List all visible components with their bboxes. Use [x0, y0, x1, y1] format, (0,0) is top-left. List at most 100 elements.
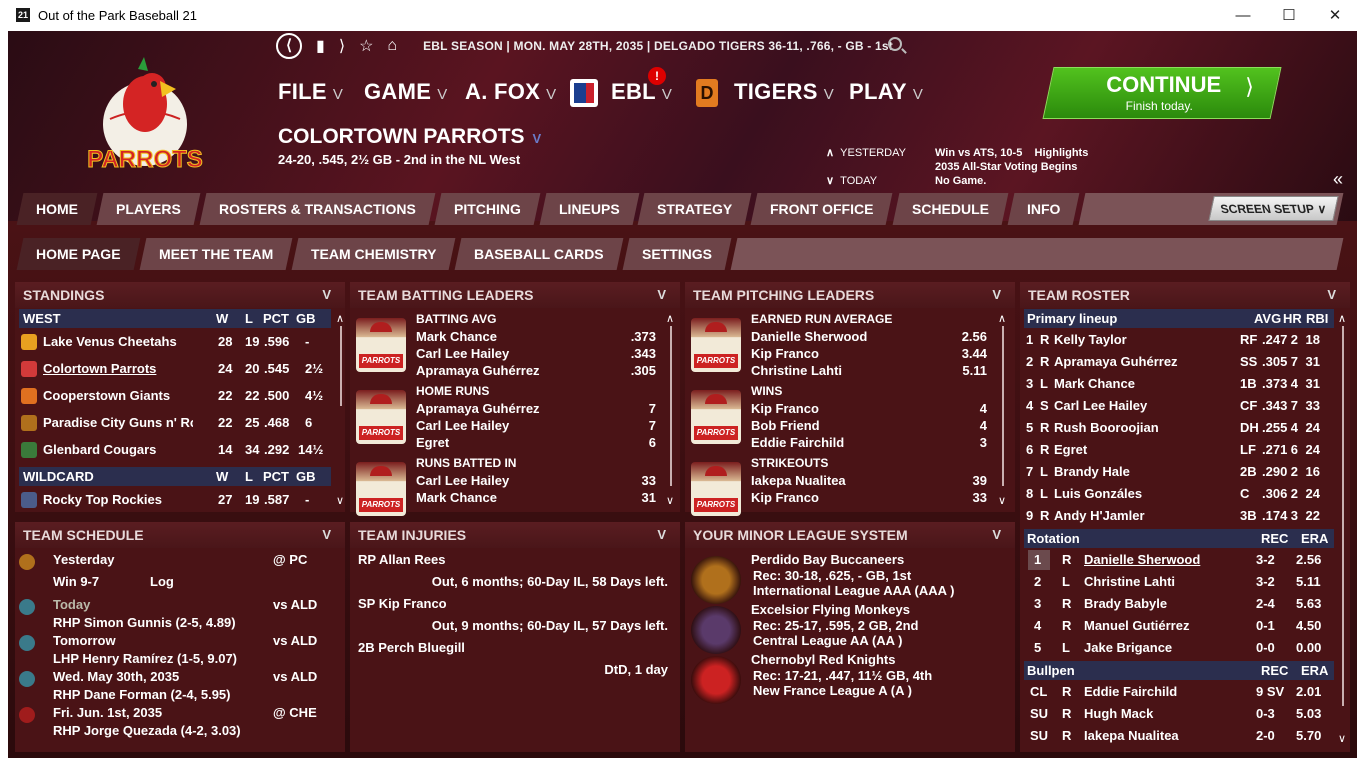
- yesterday-toggle[interactable]: ∧ YESTERDAY: [826, 146, 936, 160]
- scroll-down-icon[interactable]: ∨: [1338, 732, 1346, 745]
- scroll-up-icon[interactable]: ∧: [998, 312, 1006, 325]
- leader-player[interactable]: Mark Chance: [416, 490, 497, 505]
- menu-game[interactable]: GAME V: [364, 79, 448, 105]
- leader-player[interactable]: Iakepa Nualitea: [751, 473, 846, 488]
- chevron-down-icon[interactable]: V: [322, 282, 331, 308]
- scroll-up-icon[interactable]: ∧: [666, 312, 674, 325]
- forward-icon[interactable]: ⟩: [339, 36, 345, 56]
- schedule-opponent[interactable]: vs ALD: [273, 633, 317, 648]
- minor-team-name[interactable]: Excelsior Flying Monkeys: [751, 602, 910, 617]
- leader-player[interactable]: Carl Lee Hailey: [416, 473, 509, 488]
- leader-player[interactable]: Carl Lee Hailey: [416, 346, 509, 361]
- rotation-player[interactable]: Jake Brigance: [1084, 640, 1172, 655]
- player-photo[interactable]: PARROTS: [691, 390, 741, 444]
- chevron-down-icon[interactable]: V: [322, 522, 331, 548]
- tab-home[interactable]: HOME: [16, 193, 98, 225]
- leader-player[interactable]: Mark Chance: [416, 329, 497, 344]
- chevron-down-icon[interactable]: V: [992, 522, 1001, 548]
- lineup-player[interactable]: Carl Lee Hailey: [1054, 398, 1147, 413]
- lineup-player[interactable]: Egret: [1054, 442, 1087, 457]
- menu-league[interactable]: EBL V: [611, 79, 672, 105]
- tab-settings[interactable]: SETTINGS: [622, 238, 732, 270]
- standings-team[interactable]: Lake Venus Cheetahs: [43, 334, 193, 349]
- tab-meet-the-team[interactable]: MEET THE TEAM: [139, 238, 293, 270]
- today-toggle[interactable]: ∨ TODAY: [826, 174, 936, 188]
- standings-team[interactable]: Paradise City Guns n' Ro:: [43, 415, 193, 430]
- team-name[interactable]: COLORTOWN PARROTS V: [278, 125, 541, 149]
- leader-player[interactable]: Egret: [416, 435, 449, 450]
- leader-player[interactable]: Bob Friend: [751, 418, 820, 433]
- minor-team-name[interactable]: Perdido Bay Buccaneers: [751, 552, 904, 567]
- schedule-opponent[interactable]: vs ALD: [273, 669, 317, 684]
- screen-setup-button[interactable]: SCREEN SETUP ∨: [1208, 196, 1339, 221]
- chevron-down-icon[interactable]: V: [1327, 282, 1336, 308]
- lineup-player[interactable]: Luis Gonzáles: [1054, 486, 1142, 501]
- menu-file[interactable]: FILE V: [278, 79, 343, 105]
- leader-player[interactable]: Kip Franco: [751, 490, 819, 505]
- standings-team[interactable]: Colortown Parrots: [43, 361, 193, 376]
- tab-schedule[interactable]: SCHEDULE: [892, 193, 1009, 225]
- tab-baseball-cards[interactable]: BASEBALL CARDS: [454, 238, 624, 270]
- scroll-down-icon[interactable]: ∨: [998, 494, 1006, 507]
- leader-player[interactable]: Eddie Fairchild: [751, 435, 844, 450]
- rotation-player[interactable]: Christine Lahti: [1084, 574, 1175, 589]
- tab-players[interactable]: PLAYERS: [96, 193, 201, 225]
- lineup-player[interactable]: Rush Booroojian: [1054, 420, 1159, 435]
- leader-player[interactable]: Apramaya Guhérrez: [416, 401, 540, 416]
- tab-home-page[interactable]: HOME PAGE: [16, 238, 140, 270]
- standings-team[interactable]: Cooperstown Giants: [43, 388, 193, 403]
- chevron-down-icon[interactable]: V: [992, 282, 1001, 308]
- injured-player[interactable]: RP Allan Rees: [358, 552, 445, 567]
- continue-button[interactable]: CONTINUE Finish today. ⟩: [1042, 67, 1282, 119]
- injured-player[interactable]: SP Kip Franco: [358, 596, 447, 611]
- collapse-icon[interactable]: «: [1333, 169, 1343, 190]
- minimize-button[interactable]: —: [1220, 0, 1266, 31]
- leader-player[interactable]: Apramaya Guhérrez: [416, 363, 540, 378]
- bullpen-player[interactable]: Eddie Fairchild: [1084, 684, 1177, 699]
- news-item[interactable]: 2035 All-Star Voting Begins: [935, 160, 1175, 174]
- tab-strategy[interactable]: STRATEGY: [637, 193, 752, 225]
- injured-player[interactable]: 2B Perch Bluegill: [358, 640, 465, 655]
- close-button[interactable]: ✕: [1312, 0, 1358, 31]
- lineup-player[interactable]: Kelly Taylor: [1054, 332, 1127, 347]
- leader-player[interactable]: Kip Franco: [751, 401, 819, 416]
- scrollbar[interactable]: [1342, 326, 1344, 706]
- bullpen-player[interactable]: Hugh Mack: [1084, 706, 1153, 721]
- standings-team[interactable]: Glenbard Cougars: [43, 442, 193, 457]
- highlights-link[interactable]: Highlights: [1035, 147, 1089, 159]
- bullpen-player[interactable]: Iakepa Nualitea: [1084, 728, 1179, 743]
- player-photo[interactable]: PARROTS: [356, 462, 406, 516]
- game-log-link[interactable]: Log: [150, 574, 174, 589]
- menu-manager[interactable]: A. FOX V: [465, 79, 556, 105]
- player-photo[interactable]: PARROTS: [356, 318, 406, 372]
- lineup-player[interactable]: Mark Chance: [1054, 376, 1135, 391]
- schedule-opponent[interactable]: vs ALD: [273, 597, 317, 612]
- rotation-player[interactable]: Manuel Gutiérrez: [1084, 618, 1189, 633]
- back-button[interactable]: ⟨: [276, 33, 302, 59]
- player-photo[interactable]: PARROTS: [691, 318, 741, 372]
- scroll-down-icon[interactable]: ∨: [666, 494, 674, 507]
- lineup-player[interactable]: Brandy Hale: [1054, 464, 1130, 479]
- bookmark-icon[interactable]: ▮: [316, 36, 325, 56]
- lineup-player[interactable]: Andy H'Jamler: [1054, 508, 1145, 523]
- leader-player[interactable]: Kip Franco: [751, 346, 819, 361]
- tab-front-office[interactable]: FRONT OFFICE: [751, 193, 894, 225]
- scrollbar[interactable]: [1002, 326, 1004, 486]
- scroll-up-icon[interactable]: ∧: [1338, 312, 1346, 325]
- tab-info[interactable]: INFO: [1007, 193, 1080, 225]
- minor-team-name[interactable]: Chernobyl Red Knights: [751, 652, 895, 667]
- player-photo[interactable]: PARROTS: [691, 462, 741, 516]
- home-icon[interactable]: ⌂: [387, 37, 397, 55]
- leader-player[interactable]: Danielle Sherwood: [751, 329, 867, 344]
- chevron-down-icon[interactable]: V: [657, 282, 666, 308]
- schedule-opponent[interactable]: @ PC: [273, 552, 307, 567]
- leader-player[interactable]: Christine Lahti: [751, 363, 842, 378]
- star-icon[interactable]: ☆: [359, 36, 373, 56]
- tab-lineups[interactable]: LINEUPS: [539, 193, 639, 225]
- rotation-player[interactable]: Brady Babyle: [1084, 596, 1167, 611]
- tab-rosters[interactable]: ROSTERS & TRANSACTIONS: [199, 193, 436, 225]
- lineup-player[interactable]: Apramaya Guhérrez: [1054, 354, 1178, 369]
- scroll-down-icon[interactable]: ∨: [336, 494, 344, 507]
- schedule-opponent[interactable]: @ CHE: [273, 705, 317, 720]
- player-photo[interactable]: PARROTS: [356, 390, 406, 444]
